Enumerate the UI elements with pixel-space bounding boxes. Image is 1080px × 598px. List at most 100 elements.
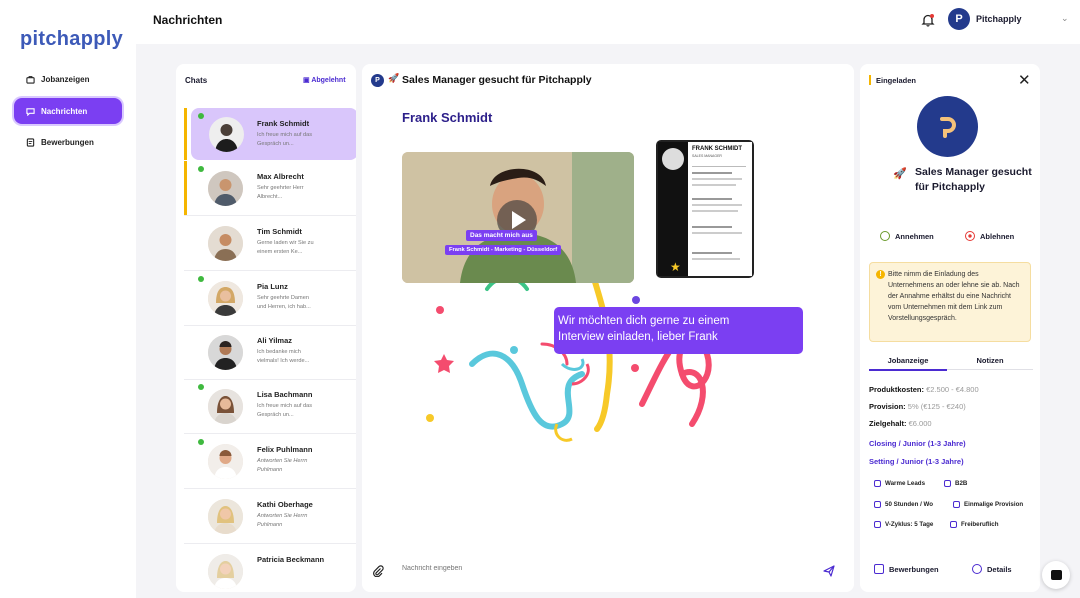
avatar: [208, 499, 243, 534]
list-item[interactable]: Kathi Oberhage Antworten Sie Herrn Puhlm…: [184, 489, 356, 544]
contact-name: Ali Yilmaz: [257, 336, 293, 345]
bell-icon[interactable]: [921, 13, 935, 27]
accept-button[interactable]: Annehmen: [880, 231, 934, 241]
video-caption: Frank Schmidt - Marketing - Düsseldorf: [445, 245, 562, 255]
tag-item: V-Zyklus: 5 Tage: [874, 521, 933, 528]
list-item[interactable]: Pia Lunz Sehr geehrte Damen und Herren, …: [184, 271, 356, 326]
sidebar-item-label: Nachrichten: [41, 106, 88, 116]
list-item[interactable]: Lisa Bachmann Ich freue mich auf das Ges…: [184, 379, 356, 434]
details-button[interactable]: Details: [972, 564, 1012, 574]
tag-item: 50 Stunden / Wo: [874, 501, 933, 508]
chat-list-panel: Chats ▣ Abgelehnt Frank Schmidt Ich freu…: [176, 64, 356, 592]
list-item[interactable]: Max Albrecht Sehr geehrter Herr Albrecht…: [184, 161, 356, 216]
list-item[interactable]: Felix Puhlmann Antworten Sie Herrn Puhlm…: [184, 434, 356, 489]
archived-label: Abgelehnt: [311, 77, 346, 84]
send-icon[interactable]: [823, 565, 835, 577]
tag-label: V-Zyklus: 5 Tage: [885, 521, 934, 528]
check-circle-icon: [880, 231, 890, 241]
document-icon: [26, 137, 35, 147]
tag-item: B2B: [944, 480, 967, 487]
star-icon: ★: [670, 260, 681, 274]
avatar: [208, 554, 243, 589]
message-preview: Sehr geehrte Damen und Herren, ich hab..…: [257, 295, 311, 310]
contact-name: Frank Schmidt: [257, 119, 310, 128]
avatar: [208, 226, 243, 261]
avatar: [208, 444, 243, 479]
sidebar-item-nachrichten[interactable]: Nachrichten: [14, 98, 122, 124]
contact-name: Lisa Bachmann: [257, 390, 313, 399]
tag-label: 50 Stunden / Wo: [885, 501, 934, 508]
freelance-icon: [950, 521, 957, 528]
sidebar-item-label: Bewerbungen: [41, 137, 94, 147]
message-line: Interview einladen, lieber Frank: [558, 331, 718, 343]
conversation-title: Sales Manager gesucht für Pitchapply: [402, 74, 592, 86]
message-icon: [26, 107, 35, 116]
cv-name: FRANK SCHMIDT: [692, 146, 742, 152]
chevron-down-icon[interactable]: ⌄: [1061, 13, 1069, 24]
tab-notizen[interactable]: Notizen: [947, 356, 1033, 370]
tag-label: Warme Leads: [885, 480, 926, 487]
field-value: 5% (€125 - €240): [907, 402, 966, 411]
list-item[interactable]: Ali Yilmaz Ich bedanke mich vielmals! Ic…: [184, 325, 356, 380]
cycle-icon: [874, 521, 881, 528]
applications-button[interactable]: Bewerbungen: [874, 564, 939, 574]
list-item[interactable]: Tim Schmidt Gerne laden wir Sie zu einem…: [184, 216, 356, 271]
reject-button[interactable]: Ablehnen: [965, 231, 1014, 241]
archived-button[interactable]: ▣ Abgelehnt: [303, 76, 346, 84]
cv-preview[interactable]: FRANK SCHMIDT SALES MANAGER ★: [656, 140, 754, 278]
details-label: Details: [987, 564, 1012, 574]
support-chat-button[interactable]: [1042, 561, 1070, 589]
notice-text: Bitte nimm die Einladung des Unternehmen…: [888, 271, 1020, 322]
video-player[interactable]: Das macht mich aus Frank Schmidt - Marke…: [402, 152, 634, 283]
message-preview: Ich bedanke mich vielmals! Ich werde...: [257, 349, 310, 364]
avatar: [209, 117, 244, 152]
contact-name: Tim Schmidt: [257, 227, 302, 236]
page-title: Nachrichten: [153, 13, 223, 27]
avatar: [208, 281, 243, 316]
video-badge: Das macht mich aus: [466, 230, 537, 241]
phone-icon: [874, 480, 881, 487]
list-item[interactable]: Patricia Beckmann: [184, 544, 356, 592]
contact-name: Max Albrecht: [257, 172, 304, 181]
details-panel: Eingeladen ✕ 🚀 Sales Manager gesucht für…: [860, 64, 1040, 592]
role-link-closing[interactable]: Closing / Junior (1-3 Jahre): [869, 439, 966, 448]
role-link-setting[interactable]: Setting / Junior (1-3 Jahre): [869, 457, 964, 466]
notice-box: ! Bitte nimm die Einladung des Unternehm…: [869, 262, 1031, 342]
message-preview: Gerne laden wir Sie zu einem ersten Ke..…: [257, 240, 314, 255]
paperclip-icon[interactable]: [372, 565, 384, 577]
contact-name: Pia Lunz: [257, 282, 288, 291]
logo[interactable]: pitchapply: [20, 28, 123, 51]
applications-icon: [874, 564, 884, 574]
sidebar-item-label: Jobanzeigen: [41, 74, 90, 84]
company-logo: P: [371, 74, 384, 87]
avatar[interactable]: P: [948, 8, 970, 30]
list-item[interactable]: Frank Schmidt Ich freue mich auf das Ges…: [184, 108, 356, 160]
tab-jobanzeige[interactable]: Jobanzeige: [869, 356, 947, 371]
rocket-icon: 🚀: [893, 168, 907, 180]
contact-name: Kathi Oberhage: [257, 500, 313, 509]
status-badge: Eingeladen: [876, 76, 917, 85]
avatar: [208, 171, 243, 206]
tag-item: Freiberuflich: [950, 521, 998, 528]
message-bubble: Wir möchten dich gerne zu einem Intervie…: [554, 307, 803, 354]
message-input[interactable]: [402, 565, 802, 572]
user-name[interactable]: Pitchapply: [976, 14, 1022, 24]
tag-label: Freiberuflich: [961, 521, 999, 528]
avatar: [208, 389, 243, 424]
applications-label: Bewerbungen: [889, 564, 939, 574]
candidate-name[interactable]: Frank Schmidt: [402, 110, 492, 125]
message-composer: [362, 556, 854, 592]
message-preview: Antworten Sie Herrn Puhlmann: [257, 513, 308, 528]
contact-name: Patricia Beckmann: [257, 555, 325, 564]
close-icon[interactable]: ✕: [1018, 71, 1031, 89]
clock-icon: [874, 501, 881, 508]
sidebar-item-bewerbungen[interactable]: Bewerbungen: [14, 129, 122, 155]
sidebar-item-jobanzeigen[interactable]: Jobanzeigen: [14, 66, 122, 92]
field-produktkosten: Produktkosten: €2.500 - €4.800: [869, 385, 979, 394]
field-label: Provision:: [869, 402, 906, 411]
message-line: Wir möchten dich gerne zu einem: [558, 315, 730, 327]
message-preview: Antworten Sie Herrn Puhlmann: [257, 458, 308, 473]
tag-label: B2B: [955, 480, 968, 487]
contact-name: Felix Puhlmann: [257, 445, 313, 454]
b2b-icon: [944, 480, 951, 487]
